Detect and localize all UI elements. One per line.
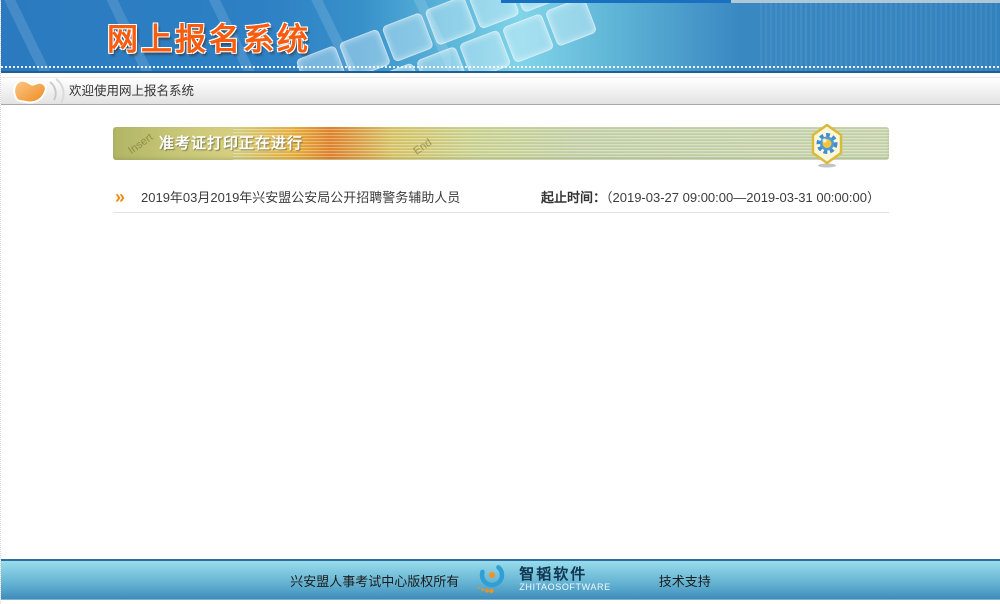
hand-pointer-icon: [7, 75, 65, 112]
section-header: Insert End 准考证打印正在进行: [113, 127, 889, 160]
exam-list-row[interactable]: » 2019年03月2019年兴安盟公安局公开招聘警务辅助人员 起止时间：（20…: [113, 184, 889, 213]
decorative-insert-key-label: Insert: [126, 131, 155, 157]
exam-time-range: 起止时间：（2019-03-27 09:00:00—2019-03-31 00:…: [541, 184, 880, 212]
banner-dotted-divider: [1, 66, 1000, 68]
online-registration-page: 网上报名系统 欢迎使用网上报名系统 Insert End 准考证打印正在进行: [0, 0, 1000, 604]
double-arrow-icon: »: [115, 183, 125, 211]
logo-company-name: 智韬软件: [519, 567, 610, 584]
time-range-value: （2019-03-27 09:00:00—2019-03-31 00:00:00…: [606, 190, 880, 205]
exam-title-link[interactable]: 2019年03月2019年兴安盟公安局公开招聘警务辅助人员: [141, 184, 460, 212]
section-title: 准考证打印正在进行: [159, 127, 303, 160]
site-title: 网上报名系统: [107, 14, 311, 59]
tech-support-text: 技术支持: [659, 571, 711, 590]
gear-hexagon-badge-icon: [811, 124, 843, 173]
keyboard-key: [502, 13, 555, 64]
swirl-logo-icon: [471, 561, 513, 600]
welcome-bar: 欢迎使用网上报名系统: [1, 77, 1000, 105]
banner-top-strip-light: [731, 0, 1000, 3]
banner-top-strip-dark: [501, 0, 731, 3]
welcome-message: 欢迎使用网上报名系统: [69, 78, 194, 104]
section-pinstripes: [233, 127, 889, 160]
keyboard-key: [545, 0, 598, 47]
time-range-label: 起止时间：: [541, 190, 606, 205]
copyright-text: 兴安盟人事考试中心版权所有: [290, 571, 459, 590]
banner-pinstripes: [760, 0, 1000, 71]
logo-wordmark: 智韬软件 ZHITAOSOFTWARE: [519, 567, 610, 593]
footer: 兴安盟人事考试中心版权所有 智韬软件 ZHITAOSOFTWARE 技术支持: [1, 559, 1000, 600]
banner: 网上报名系统: [1, 0, 1000, 73]
logo-company-name-en: ZHITAOSOFTWARE: [519, 583, 610, 593]
